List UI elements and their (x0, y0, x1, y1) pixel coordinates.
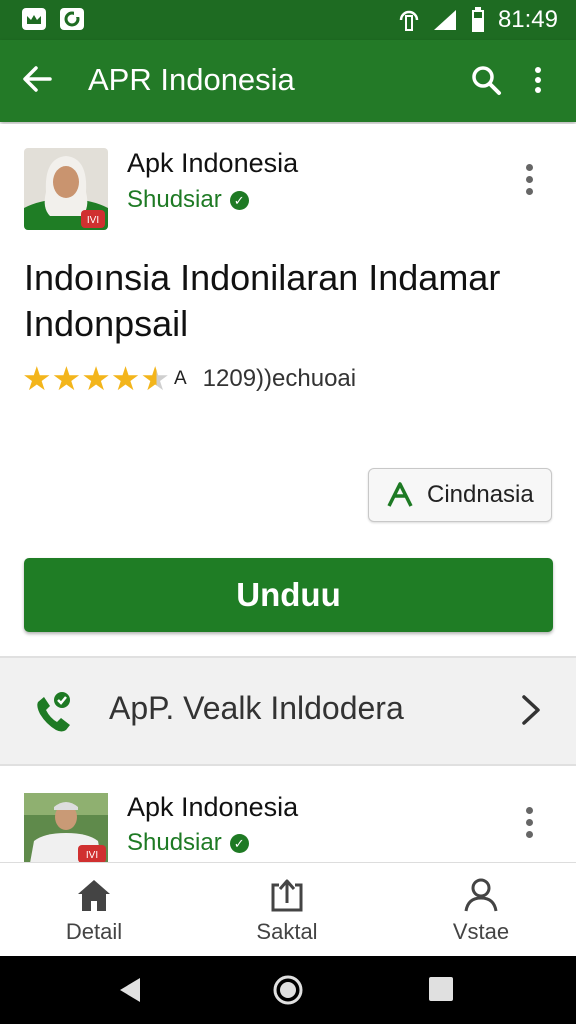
install-button[interactable]: Unduu (24, 558, 553, 632)
back-triangle-icon[interactable] (118, 976, 142, 1004)
app-bar: APR Indonesia (0, 40, 576, 122)
page-title: APR Indonesia (88, 62, 295, 97)
rating-prefix: A (173, 368, 187, 389)
nav-item-saktal[interactable]: Saktal (227, 877, 347, 945)
developer-avatar: IVI (24, 148, 108, 230)
developer-subtitle-2: Shudsiar ✓ (127, 829, 249, 857)
rating-count: 1209))echuoai (202, 365, 357, 392)
nav-label-detail: Detail (65, 919, 123, 944)
search-icon[interactable] (470, 64, 502, 96)
arrow-back-icon[interactable] (20, 62, 54, 96)
app-title: Indoınsia Indonilaran Indamar Indonpsail (24, 257, 501, 344)
vibrate-icon (399, 10, 419, 31)
battery-icon (471, 7, 484, 32)
developer-name-2[interactable]: Apk Indonesia (127, 792, 298, 823)
developer-subtitle: Shudsiar ✓ (127, 186, 249, 214)
person-icon (464, 878, 498, 912)
more-vert-icon[interactable] (534, 66, 542, 94)
category-button[interactable]: Cindnasia (368, 468, 552, 522)
home-circle-icon[interactable] (272, 974, 304, 1006)
developer-name[interactable]: Apk Indonesia (127, 148, 298, 179)
category-icon (387, 482, 413, 507)
category-label: Cindnasia (427, 481, 534, 508)
upload-icon (271, 879, 303, 912)
system-status: 81:49 (398, 6, 558, 34)
status-bar: 81:49 (0, 0, 576, 40)
avatar-badge-2: IVI (86, 850, 98, 861)
bottom-navigation: Detail Saktal Vstae (0, 862, 576, 957)
notification-sync-icon (60, 8, 84, 30)
related-row-label: ApP. Vealk Inldodera (109, 690, 404, 726)
star-icon: ★ (81, 360, 111, 397)
star-icon: ★ (22, 360, 52, 397)
nav-item-vstae[interactable]: Vstae (421, 877, 541, 945)
star-icon: ★ (110, 360, 141, 397)
phone-icon (37, 692, 70, 732)
nav-label-vstae: Vstae (452, 919, 510, 944)
notification-icons (22, 8, 84, 30)
signal-icon (433, 10, 456, 30)
clock: 81:49 (497, 6, 558, 33)
avatar-badge: IVI (87, 215, 99, 226)
rating-row: ★ ★ ★ ★ ★ A 1209))echuoai (22, 362, 356, 396)
developer-subtitle-text: Shudsiar (127, 186, 222, 213)
notification-image-icon (22, 8, 46, 30)
related-row[interactable]: ApP. Vealk Inldodera (0, 656, 576, 766)
card-more-icon-2[interactable] (526, 807, 534, 843)
verified-icon: ✓ (229, 190, 249, 210)
card-more-icon[interactable] (526, 164, 534, 200)
developer-subtitle-text-2: Shudsiar (127, 829, 222, 856)
nav-label-saktal: Saktal (256, 919, 318, 944)
chevron-right-icon (522, 695, 540, 725)
home-icon (78, 880, 110, 911)
star-icon: ★ (51, 360, 82, 397)
recents-square-icon[interactable] (428, 976, 454, 1002)
system-navigation-bar (0, 956, 576, 1024)
verified-icon: ✓ (229, 833, 249, 853)
half-star-icon: ★ (140, 360, 170, 397)
developer-avatar-2: IVI (24, 793, 108, 863)
nav-item-detail[interactable]: Detail (34, 877, 154, 945)
